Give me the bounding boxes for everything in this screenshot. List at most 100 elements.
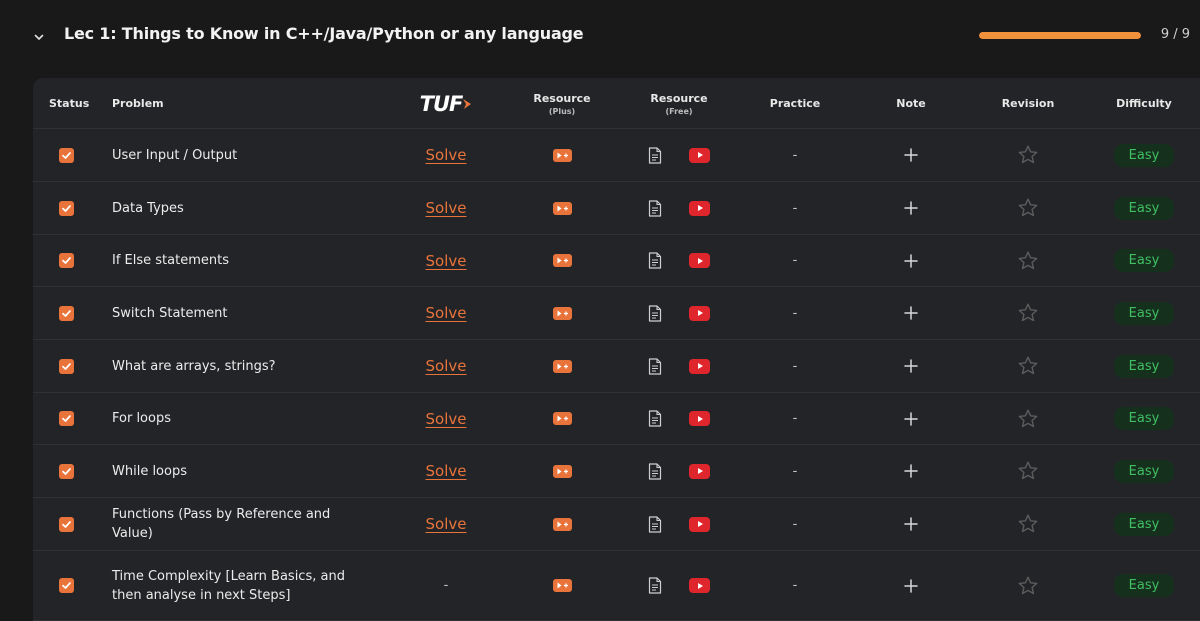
difficulty-cell: Easy <box>1084 498 1200 550</box>
video-plus-icon[interactable] <box>552 306 572 320</box>
video-plus-icon[interactable] <box>552 464 572 478</box>
difficulty-cell: Easy <box>1084 393 1200 444</box>
document-icon[interactable] <box>648 199 662 217</box>
revision-cell <box>968 287 1088 339</box>
youtube-icon[interactable] <box>689 253 710 268</box>
star-outline-icon[interactable] <box>1017 197 1039 219</box>
status-cell <box>55 182 77 234</box>
star-outline-icon[interactable] <box>1017 575 1039 597</box>
table-row: Switch Statement Solve - Easy <box>33 287 1200 340</box>
practice-value: - <box>792 253 798 268</box>
header-tuf: TUF <box>386 78 506 129</box>
status-checkbox[interactable] <box>58 411 74 426</box>
document-icon[interactable] <box>648 146 662 164</box>
problem-cell: User Input / Output <box>112 129 372 181</box>
star-outline-icon[interactable] <box>1017 144 1039 166</box>
solve-link[interactable]: Solve <box>426 462 467 480</box>
problem-name: Switch Statement <box>112 305 228 321</box>
youtube-icon[interactable] <box>689 305 710 321</box>
problem-name: Functions (Pass by Reference and Value) <box>112 507 331 541</box>
star-outline-icon[interactable] <box>1017 408 1039 430</box>
status-checkbox[interactable] <box>58 463 74 479</box>
practice-cell: - <box>735 182 855 234</box>
status-checkbox[interactable] <box>58 147 74 163</box>
tuf-cell: Solve <box>386 182 506 234</box>
practice-cell: - <box>735 287 855 339</box>
resource-free-cell <box>619 498 739 550</box>
youtube-icon[interactable] <box>689 516 710 532</box>
video-plus-icon[interactable] <box>552 201 572 215</box>
problem-cell: What are arrays, strings? <box>112 340 372 392</box>
youtube-icon[interactable] <box>689 578 710 593</box>
document-icon[interactable] <box>648 357 662 375</box>
revision-cell <box>968 340 1088 392</box>
youtube-icon[interactable] <box>689 147 710 163</box>
resource-free-cell <box>619 182 739 234</box>
status-checkbox[interactable] <box>58 200 74 216</box>
lecture-header[interactable]: Lec 1: Things to Know in C++/Java/Python… <box>0 0 1200 72</box>
status-checkbox[interactable] <box>58 516 74 532</box>
practice-cell: - <box>735 235 855 286</box>
resource-free-cell <box>619 129 739 181</box>
resource-free-cell <box>619 551 739 620</box>
document-icon[interactable] <box>648 304 662 322</box>
difficulty-badge: Easy <box>1114 407 1174 430</box>
header-resource-plus-label: Resource <box>533 91 591 105</box>
video-plus-icon[interactable] <box>552 254 572 267</box>
table-row: While loops Solve - Easy <box>33 445 1200 498</box>
status-checkbox[interactable] <box>58 358 74 374</box>
video-plus-icon[interactable] <box>552 517 572 531</box>
plus-icon[interactable] <box>903 411 919 427</box>
video-plus-icon[interactable] <box>552 579 572 592</box>
video-plus-icon[interactable] <box>552 359 572 373</box>
status-checkbox[interactable] <box>58 305 74 321</box>
checkmark-icon <box>61 150 72 161</box>
plus-icon[interactable] <box>903 358 919 374</box>
document-icon[interactable] <box>648 515 662 533</box>
document-icon[interactable] <box>648 410 662 427</box>
revision-cell <box>968 445 1088 497</box>
document-icon[interactable] <box>648 462 662 480</box>
difficulty-badge: Easy <box>1114 354 1174 378</box>
video-plus-icon[interactable] <box>552 148 572 162</box>
solve-link[interactable]: Solve <box>426 410 467 428</box>
video-plus-icon[interactable] <box>552 412 572 425</box>
youtube-icon[interactable] <box>689 200 710 216</box>
chevron-down-icon[interactable] <box>30 28 48 46</box>
star-outline-icon[interactable] <box>1017 302 1039 324</box>
solve-link[interactable]: Solve <box>426 515 467 533</box>
solve-link[interactable]: Solve <box>426 199 467 217</box>
resource-plus-cell <box>502 129 622 181</box>
problem-cell: Time Complexity [Learn Basics, and then … <box>112 551 372 620</box>
tuf-logo: TUF <box>420 92 473 116</box>
status-checkbox[interactable] <box>58 578 74 593</box>
note-cell <box>851 129 971 181</box>
document-icon[interactable] <box>648 577 662 594</box>
plus-icon[interactable] <box>903 578 919 594</box>
star-outline-icon[interactable] <box>1017 355 1039 377</box>
plus-icon[interactable] <box>903 305 919 321</box>
plus-icon[interactable] <box>903 463 919 479</box>
solve-link[interactable]: Solve <box>426 357 467 375</box>
solve-link[interactable]: Solve <box>426 252 467 270</box>
plus-icon[interactable] <box>903 200 919 216</box>
table-row: If Else statements Solve - Easy <box>33 235 1200 287</box>
resource-plus-cell <box>502 182 622 234</box>
solve-link[interactable]: Solve <box>426 146 467 164</box>
youtube-icon[interactable] <box>689 358 710 374</box>
plus-icon[interactable] <box>903 253 919 269</box>
practice-cell: - <box>735 498 855 550</box>
practice-value: - <box>792 516 798 532</box>
youtube-icon[interactable] <box>689 463 710 479</box>
tuf-cell: Solve <box>386 393 506 444</box>
youtube-icon[interactable] <box>689 411 710 426</box>
star-outline-icon[interactable] <box>1017 250 1039 272</box>
problem-table: Status Problem TUF Resource (Plus) Resou… <box>33 78 1200 621</box>
document-icon[interactable] <box>648 252 662 269</box>
star-outline-icon[interactable] <box>1017 460 1039 482</box>
status-checkbox[interactable] <box>58 253 74 268</box>
plus-icon[interactable] <box>903 516 919 532</box>
solve-link[interactable]: Solve <box>426 304 467 322</box>
star-outline-icon[interactable] <box>1017 513 1039 535</box>
plus-icon[interactable] <box>903 147 919 163</box>
